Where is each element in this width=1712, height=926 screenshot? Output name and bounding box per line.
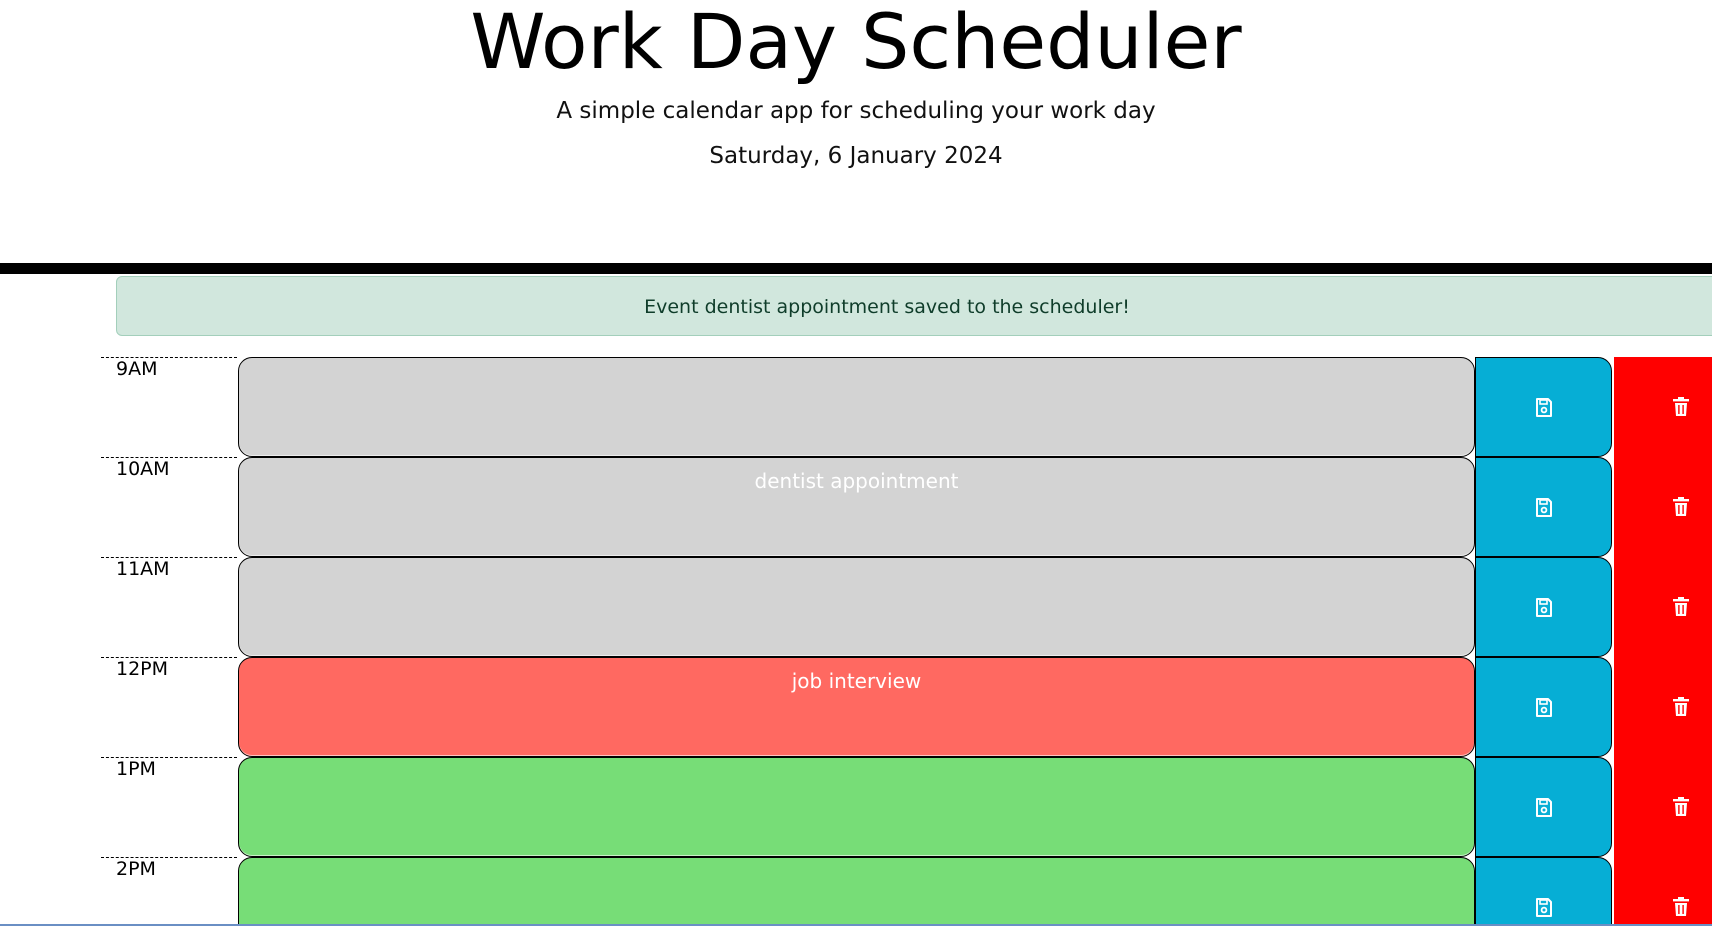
event-textarea[interactable]: job interview: [238, 657, 1475, 757]
floppy-disk-icon: [1536, 598, 1552, 617]
save-button[interactable]: [1475, 757, 1612, 857]
hour-label: 12PM: [116, 658, 169, 680]
hour-label: 9AM: [116, 358, 158, 380]
event-textarea[interactable]: [238, 757, 1475, 857]
save-alert: Event dentist appointment saved to the s…: [116, 276, 1712, 336]
floppy-disk-icon: [1536, 898, 1552, 917]
delete-button[interactable]: [1614, 457, 1712, 557]
scheduler-page: Work Day Scheduler A simple calendar app…: [0, 0, 1712, 926]
time-block-1pm: 1PM: [0, 757, 1712, 857]
page-subtitle: A simple calendar app for scheduling you…: [556, 98, 1156, 124]
event-textarea[interactable]: [238, 357, 1475, 457]
hour-cell: 11AM: [101, 557, 237, 657]
save-button[interactable]: [1475, 357, 1612, 457]
delete-button[interactable]: [1614, 557, 1712, 657]
time-block-10am: 10AM dentist appointment: [0, 457, 1712, 557]
time-block-2pm: 2PM: [0, 857, 1712, 926]
delete-button[interactable]: [1614, 357, 1712, 457]
trash-icon: [1673, 597, 1689, 616]
hour-cell: 1PM: [101, 757, 237, 857]
hour-label: 1PM: [116, 758, 156, 780]
header: Work Day Scheduler A simple calendar app…: [0, 0, 1712, 263]
delete-button[interactable]: [1614, 657, 1712, 757]
time-block-12pm: 12PM job interview: [0, 657, 1712, 757]
trash-icon: [1673, 697, 1689, 716]
save-button[interactable]: [1475, 657, 1612, 757]
trash-icon: [1673, 497, 1689, 516]
floppy-disk-icon: [1536, 698, 1552, 717]
hour-cell: 9AM: [101, 357, 237, 457]
save-button[interactable]: [1475, 857, 1612, 926]
delete-button[interactable]: [1614, 757, 1712, 857]
save-button[interactable]: [1475, 557, 1612, 657]
event-textarea[interactable]: [238, 857, 1475, 926]
header-divider: [0, 263, 1712, 274]
hour-label: 11AM: [116, 558, 170, 580]
floppy-disk-icon: [1536, 498, 1552, 517]
event-textarea[interactable]: dentist appointment: [238, 457, 1475, 557]
trash-icon: [1673, 897, 1689, 916]
current-day: Saturday, 6 January 2024: [709, 143, 1003, 169]
floppy-disk-icon: [1536, 398, 1552, 417]
event-textarea[interactable]: [238, 557, 1475, 657]
floppy-disk-icon: [1536, 798, 1552, 817]
trash-icon: [1673, 797, 1689, 816]
trash-icon: [1673, 397, 1689, 416]
hour-cell: 12PM: [101, 657, 237, 757]
delete-button[interactable]: [1614, 857, 1712, 926]
save-button[interactable]: [1475, 457, 1612, 557]
time-block-9am: 9AM: [0, 357, 1712, 457]
hour-label: 10AM: [116, 458, 170, 480]
time-block-11am: 11AM: [0, 557, 1712, 657]
hour-label: 2PM: [116, 858, 156, 880]
alert-message: Event dentist appointment saved to the s…: [644, 296, 1130, 318]
page-title: Work Day Scheduler: [470, 0, 1242, 86]
hour-cell: 10AM: [101, 457, 237, 557]
hour-cell: 2PM: [101, 857, 237, 926]
